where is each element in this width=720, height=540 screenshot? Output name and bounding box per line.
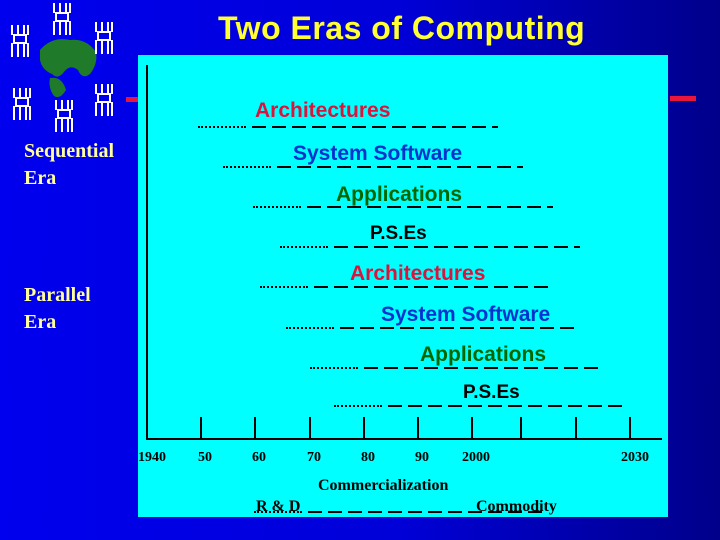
phase-commercialization-label: Commercialization bbox=[318, 477, 449, 494]
parallel-era-label: Parallel Era bbox=[24, 284, 91, 333]
globe-with-processors-logo bbox=[11, 3, 113, 132]
tick-mark bbox=[520, 417, 522, 439]
par-applications-label: Applications bbox=[420, 343, 547, 366]
tick-label-80: 80 bbox=[361, 450, 375, 465]
tick-label-60: 60 bbox=[252, 450, 266, 465]
vertical-axis bbox=[146, 65, 148, 440]
red-accent-bar-left bbox=[126, 97, 138, 102]
seq-architectures-label: Architectures bbox=[255, 99, 391, 122]
seq-system-software-label: System Software bbox=[293, 142, 463, 165]
tick-mark bbox=[629, 417, 631, 439]
phase-commodity-label: Commodity bbox=[476, 498, 557, 515]
tick-label-50: 50 bbox=[198, 450, 212, 465]
tick-label-2000: 2000 bbox=[462, 450, 490, 465]
tick-label-90: 90 bbox=[415, 450, 429, 465]
par-pses-label: P.S.Es bbox=[463, 382, 520, 403]
sequential-era-label: Sequential Era bbox=[24, 140, 115, 189]
tick-mark bbox=[254, 417, 256, 439]
globe-icon bbox=[22, 22, 102, 102]
tick-label-1940: 1940 bbox=[138, 450, 166, 465]
seq-pses-row bbox=[280, 230, 580, 248]
seq-pses-label: P.S.Es bbox=[370, 223, 427, 244]
tick-label-2030: 2030 bbox=[621, 450, 649, 465]
tick-mark bbox=[200, 417, 202, 439]
slide-title: Two Eras of Computing bbox=[218, 10, 586, 46]
tick-mark bbox=[575, 417, 577, 439]
tick-mark bbox=[417, 417, 419, 439]
tick-mark bbox=[471, 417, 473, 439]
timeline-axis bbox=[146, 438, 662, 440]
seq-applications-label: Applications bbox=[336, 183, 463, 206]
par-architectures-label: Architectures bbox=[350, 262, 486, 285]
tick-mark bbox=[363, 417, 365, 439]
tick-mark bbox=[309, 417, 311, 439]
phase-rd-label: R & D bbox=[256, 498, 301, 515]
timeline-panel: Architectures System Software Applicatio… bbox=[138, 55, 668, 517]
red-accent-bar-right bbox=[670, 96, 696, 101]
par-system-software-label: System Software bbox=[381, 303, 551, 326]
tick-label-70: 70 bbox=[307, 450, 321, 465]
